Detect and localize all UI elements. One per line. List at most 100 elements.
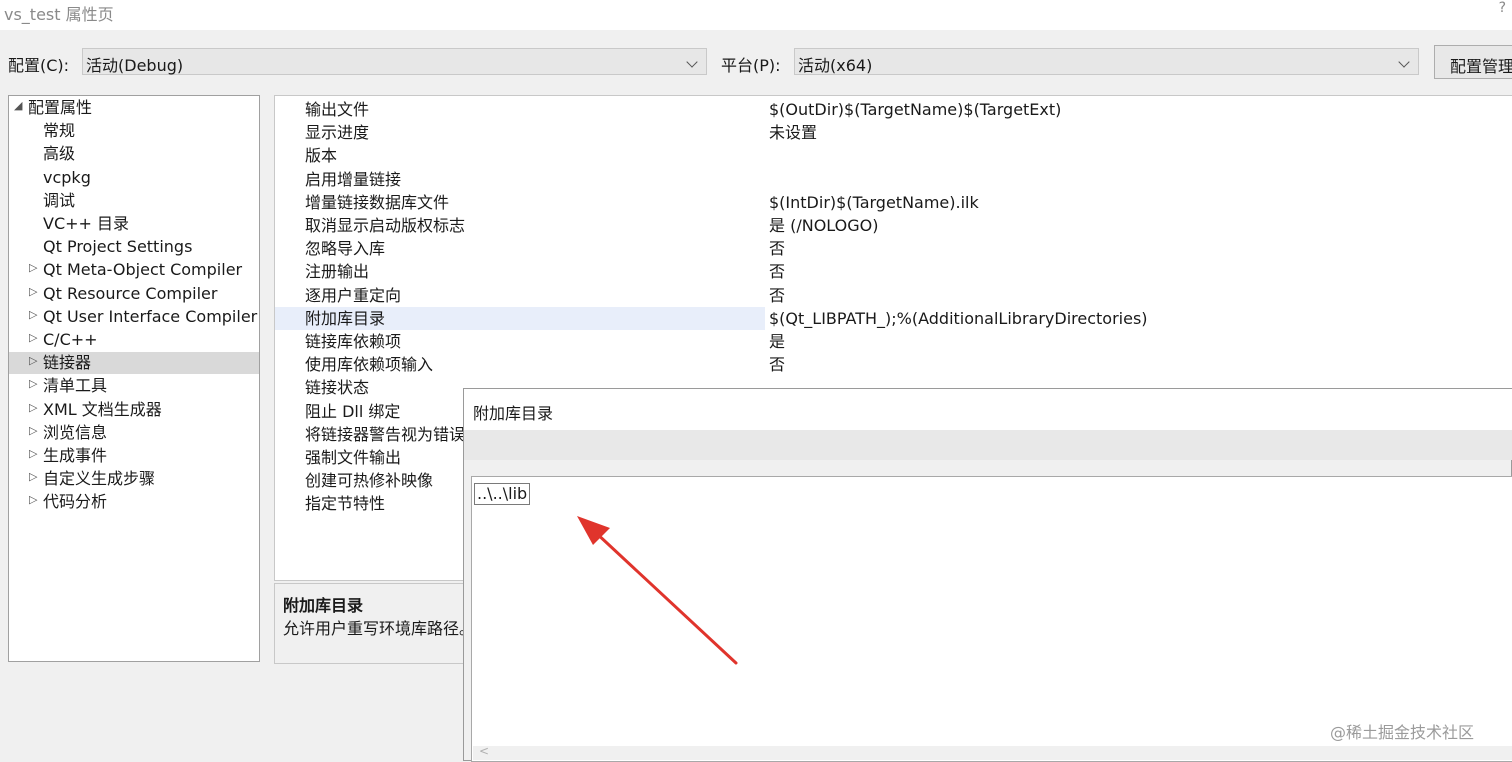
property-value-cell[interactable]: 否 [765,284,1512,307]
property-row[interactable]: 增量链接数据库文件 $(IntDir)$(TargetName).ilk [275,191,1512,214]
tree-item[interactable]: ◢ 配置属性 [9,97,259,119]
platform-label: 平台(P): [721,56,781,75]
property-row[interactable]: 版本 [275,144,1512,167]
tree-item[interactable]: ▷ 生成事件 [9,445,259,467]
property-value-cell[interactable] [765,144,1512,167]
property-row[interactable]: 启用增量链接 [275,168,1512,191]
property-name: 链接状态 [305,378,370,398]
config-value: 活动(Debug) [86,56,184,75]
collapsed-arrow-icon[interactable]: ▷ [29,401,37,414]
collapsed-arrow-icon[interactable]: ▷ [29,377,37,390]
collapsed-arrow-icon[interactable]: ▷ [29,354,37,367]
tree-item-label: 生成事件 [43,446,108,465]
horizontal-scrollbar[interactable]: < [473,744,1512,760]
tree-item-label: 高级 [43,144,76,164]
collapsed-arrow-icon[interactable]: ▷ [29,331,37,344]
additional-lib-dirs-dialog: 附加库目录 ..\..\lib < [463,388,1512,762]
property-value-cell[interactable] [765,168,1512,191]
property-value: 否 [769,355,786,375]
property-row[interactable]: 附加库目录 $(Qt_LIBPATH_);%(AdditionalLibraryD… [275,306,1512,330]
tree-item-label: 自定义生成步骤 [43,469,156,489]
property-value-cell[interactable]: $(OutDir)$(TargetName)$(TargetExt) [765,98,1512,121]
tree-item[interactable]: ▷ XML 文档生成器 [9,399,259,421]
tree-item[interactable]: ▷ Qt Meta-Object Compiler [9,259,259,281]
property-value: $(OutDir)$(TargetName)$(TargetExt) [769,100,1062,119]
property-value-cell[interactable]: 未设置 [765,121,1512,144]
help-button[interactable]: ? [1499,0,1506,16]
tree-item-label: vcpkg [43,167,91,187]
property-value: 否 [769,285,786,305]
property-name: 创建可热修补映像 [305,471,434,491]
scroll-left-icon[interactable]: < [479,744,489,758]
property-name: 输出文件 [305,100,370,119]
config-manager-button[interactable]: 配置管理器 [1434,45,1512,79]
property-row[interactable]: 注册输出 否 [275,260,1512,283]
tree-item[interactable]: ▷ Qt Resource Compiler [9,283,259,305]
chevron-down-icon [1398,56,1410,68]
property-row[interactable]: 取消显示启动版权标志 是 (/NOLOGO) [275,214,1512,237]
property-row[interactable]: 忽略导入库 否 [275,237,1512,260]
platform-dropdown[interactable]: 活动(x64) [794,48,1419,75]
property-name: 版本 [305,146,338,166]
property-value-cell[interactable]: 是 [765,330,1512,353]
property-name: 增量链接数据库文件 [305,192,450,212]
tree-item-label: Qt Resource Compiler [43,283,218,303]
property-name: 链接库依赖项 [305,332,402,351]
property-value: 是 (/NOLOGO) [769,216,879,235]
property-name: 阻止 Dll 绑定 [305,401,401,421]
property-name: 取消显示启动版权标志 [305,216,466,235]
config-dropdown[interactable]: 活动(Debug) [82,48,707,75]
tree-item[interactable]: ▷ 链接器 [9,352,259,375]
property-tree[interactable]: ◢ 配置属性 常规 高级 vcpkg 调试 VC++ 目录 Qt Project Settin… [8,95,260,662]
tree-item[interactable]: 高级 [9,143,259,165]
collapsed-arrow-icon[interactable]: ▷ [29,493,37,506]
config-label: 配置(C): [8,56,70,75]
property-value-cell[interactable]: 是 (/NOLOGO) [765,214,1512,237]
property-value-cell[interactable]: $(Qt_LIBPATH_);%(AdditionalLibraryDirect… [765,306,1512,330]
property-name: 强制文件输出 [305,448,402,467]
tree-item[interactable]: ▷ 浏览信息 [9,422,259,444]
property-row[interactable]: 显示进度 未设置 [275,121,1512,144]
collapsed-arrow-icon[interactable]: ▷ [29,424,37,437]
tree-item-label: Qt Project Settings [43,237,193,257]
tree-item[interactable]: VC++ 目录 [9,213,259,235]
property-value-cell[interactable]: 否 [765,260,1512,283]
collapsed-arrow-icon[interactable]: ▷ [29,308,37,321]
property-value-cell[interactable]: $(IntDir)$(TargetName).ilk [765,191,1512,214]
tree-item[interactable]: ▷ Qt User Interface Compiler [9,306,259,328]
tree-item[interactable]: 常规 [9,120,259,142]
property-value-cell[interactable]: 否 [765,353,1512,376]
tree-item[interactable]: ▷ 自定义生成步骤 [9,468,259,490]
tree-item[interactable]: vcpkg [9,167,259,189]
directory-entry[interactable]: ..\..\lib [474,483,531,505]
dialog-title-bar: 附加库目录 [464,389,1512,430]
property-value-cell[interactable]: 否 [765,237,1512,260]
tree-item-label: Qt User Interface Compiler [43,306,258,326]
collapsed-arrow-icon[interactable]: ▷ [29,261,37,274]
property-row[interactable]: 输出文件 $(OutDir)$(TargetName)$(TargetExt) [275,98,1512,121]
property-row[interactable]: 使用库依赖项输入 否 [275,353,1512,376]
description-title: 附加库目录 [283,596,364,615]
tree-item-label: XML 文档生成器 [43,399,162,419]
tree-item[interactable]: ▷ 代码分析 [9,491,259,513]
tree-item-label: 浏览信息 [43,422,108,442]
tree-item-label: 链接器 [43,353,92,373]
property-value: $(IntDir)$(TargetName).ilk [769,192,979,212]
tree-item[interactable]: ▷ C/C++ [9,329,259,351]
property-name: 忽略导入库 [305,239,386,259]
tree-item-label: VC++ 目录 [43,214,130,233]
property-name: 指定节特性 [305,494,386,514]
property-value: 否 [769,239,786,259]
tree-item-label: C/C++ [43,330,98,349]
tree-item[interactable]: ▷ 清单工具 [9,375,259,397]
collapsed-arrow-icon[interactable]: ▷ [29,447,37,460]
tree-item[interactable]: Qt Project Settings [9,236,259,258]
collapsed-arrow-icon[interactable]: ▷ [29,285,37,298]
property-row[interactable]: 链接库依赖项 是 [275,330,1512,353]
expanded-arrow-icon[interactable]: ◢ [14,99,22,112]
collapsed-arrow-icon[interactable]: ▷ [29,470,37,483]
tree-item[interactable]: 调试 [9,190,259,212]
config-manager-label: 配置管理器 [1450,57,1512,76]
property-row[interactable]: 逐用户重定向 否 [275,284,1512,307]
property-name: 将链接器警告视为错误 [305,424,466,444]
